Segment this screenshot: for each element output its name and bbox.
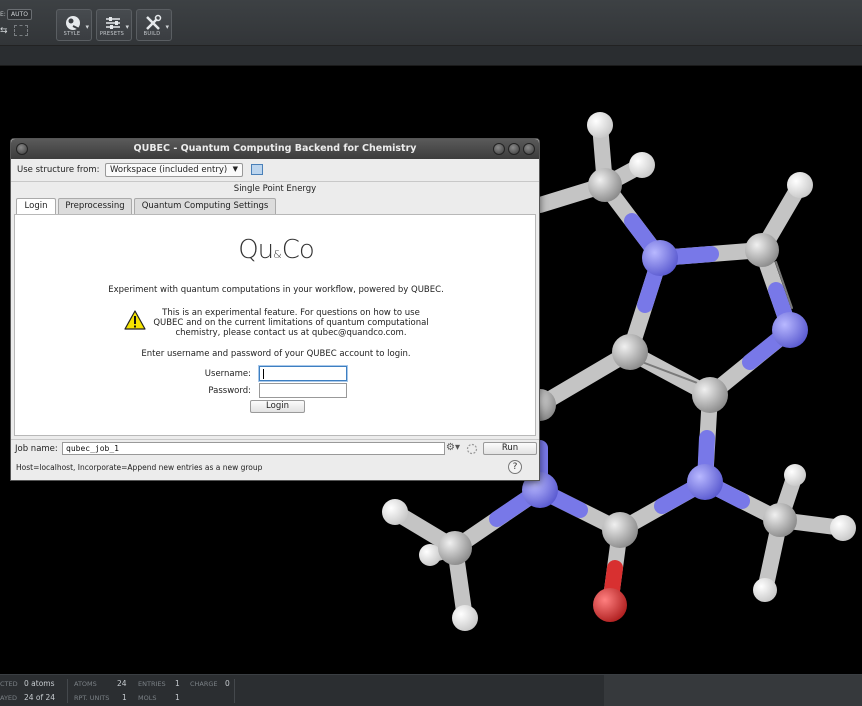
intro-text: Experiment with quantum computations in … xyxy=(108,285,444,295)
mols-label: MOLS xyxy=(138,694,157,702)
use-structure-value: Workspace (included entry) xyxy=(110,165,228,175)
status-divider xyxy=(234,679,235,703)
table-picker-icon[interactable] xyxy=(251,164,263,175)
mols-value: 1 xyxy=(175,693,180,702)
charge-value: 0 xyxy=(225,679,230,688)
tab-quantum-settings[interactable]: Quantum Computing Settings xyxy=(134,198,276,214)
dialog-titlebar[interactable]: QUBEC - Quantum Computing Backend for Ch… xyxy=(11,139,539,159)
presets-label: PRESETS xyxy=(99,31,125,37)
password-label: Password: xyxy=(208,386,251,396)
selected-value: 0 atoms xyxy=(24,679,55,688)
charge-label: CHARGE xyxy=(190,680,218,688)
login-instructions: Enter username and password of your QUBE… xyxy=(141,349,411,359)
entries-label: ENTRIES xyxy=(138,680,166,688)
tab-preprocessing[interactable]: Preprocessing xyxy=(58,198,132,214)
displayed-value: 24 of 24 xyxy=(24,693,56,702)
text-cursor xyxy=(263,369,264,379)
build-button[interactable]: ▾ BUILD xyxy=(136,9,172,41)
maximize-button[interactable] xyxy=(508,143,520,155)
host-settings-text: Host=localhost, Incorporate=Append new e… xyxy=(16,463,263,472)
dialog-title: QUBEC - Quantum Computing Backend for Ch… xyxy=(133,143,417,154)
warning-icon xyxy=(124,310,146,330)
login-button[interactable]: Login xyxy=(250,400,305,413)
displayed-label: AYED xyxy=(0,694,18,702)
presets-icon xyxy=(106,17,120,29)
job-settings-button[interactable]: ⚙▾ xyxy=(446,442,460,453)
help-icon[interactable]: ? xyxy=(508,460,522,474)
tab-login[interactable]: Login xyxy=(16,198,56,215)
rpt-units-label: RPT. UNITS xyxy=(74,694,110,702)
task-title: Single Point Energy xyxy=(233,184,317,194)
login-panel: Qu&Co Experiment with quantum computatio… xyxy=(14,214,536,436)
main-toolbar: E: AUTO ⇆ ▾ STYLE ▾ PRESETS ▾ BUILD xyxy=(0,0,862,46)
use-structure-label: Use structure from: xyxy=(17,165,100,175)
password-input[interactable] xyxy=(259,383,347,398)
job-name-label: Job name: xyxy=(15,444,58,454)
status-bar: CTED 0 atoms AYED 24 of 24 ATOMS 24 ENTR… xyxy=(0,674,862,706)
entries-value: 1 xyxy=(175,679,180,688)
minimize-button[interactable] xyxy=(493,143,505,155)
chevron-down-icon: ▾ xyxy=(125,23,129,31)
chevron-down-icon: ▼ xyxy=(232,165,238,173)
username-label: Username: xyxy=(204,369,251,379)
atoms-label: ATOMS xyxy=(74,680,97,688)
close-button[interactable] xyxy=(523,143,535,155)
divider xyxy=(11,181,539,182)
rpt-units-value: 1 xyxy=(122,693,127,702)
selected-label: CTED xyxy=(0,680,18,688)
style-icon xyxy=(66,16,80,30)
status-right-panel xyxy=(604,675,862,706)
status-divider xyxy=(67,679,68,703)
job-name-input[interactable]: qubec_job_1 xyxy=(62,442,445,455)
toolbar-sub-strip xyxy=(0,46,862,66)
atoms-value: 24 xyxy=(117,679,127,688)
style-label: STYLE xyxy=(63,31,81,37)
run-button[interactable]: Run xyxy=(483,442,537,455)
chevron-down-icon: ▾ xyxy=(165,23,169,31)
style-button[interactable]: ▾ STYLE xyxy=(56,9,92,41)
chevron-down-icon: ▾ xyxy=(85,23,89,31)
arrows-icon[interactable]: ⇆ xyxy=(0,26,8,36)
presets-button[interactable]: ▾ PRESETS xyxy=(96,9,132,41)
quandco-logo: Qu&Co xyxy=(238,235,315,265)
warning-text: This is an experimental feature. For que… xyxy=(153,308,429,338)
spinner-icon xyxy=(466,443,478,455)
username-input[interactable] xyxy=(259,366,347,381)
auto-toggle[interactable]: AUTO xyxy=(7,9,32,20)
qubec-dialog: QUBEC - Quantum Computing Backend for Ch… xyxy=(10,138,540,481)
build-label: BUILD xyxy=(143,31,161,37)
use-structure-select[interactable]: Workspace (included entry) ▼ xyxy=(105,163,243,177)
divider xyxy=(11,439,539,440)
build-icon xyxy=(146,14,162,30)
toolbar-cut-label: E: xyxy=(0,11,6,18)
selection-box-icon[interactable] xyxy=(14,25,28,36)
